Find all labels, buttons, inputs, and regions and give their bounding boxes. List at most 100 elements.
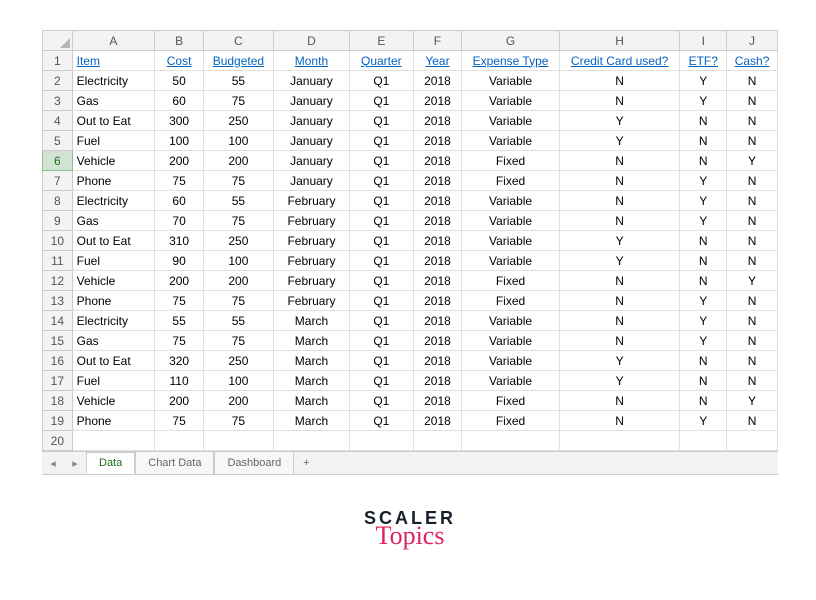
cell-etf[interactable]: Y — [680, 311, 727, 331]
cell-month[interactable]: January — [273, 111, 349, 131]
cell-cost[interactable]: 90 — [155, 251, 204, 271]
cell-year[interactable]: 2018 — [413, 171, 462, 191]
cell-cost[interactable]: 75 — [155, 331, 204, 351]
cell-item[interactable]: Electricity — [72, 71, 155, 91]
col-header-F[interactable]: F — [413, 31, 462, 51]
cell-etf[interactable]: Y — [680, 91, 727, 111]
cell-cash[interactable]: Y — [727, 271, 778, 291]
cell-year[interactable]: 2018 — [413, 211, 462, 231]
row-header-15[interactable]: 15 — [43, 331, 73, 351]
cell-credit-card[interactable]: N — [559, 191, 680, 211]
cell-budget[interactable]: 250 — [203, 351, 273, 371]
cell-cash[interactable]: N — [727, 191, 778, 211]
cell-cash[interactable]: N — [727, 351, 778, 371]
row-header-20[interactable]: 20 — [43, 431, 73, 451]
cell-expense-type[interactable]: Variable — [462, 131, 559, 151]
cell-cash[interactable]: N — [727, 91, 778, 111]
cell-J1[interactable]: Cash? — [727, 51, 778, 71]
cell-credit-card[interactable]: Y — [559, 351, 680, 371]
cell-F1[interactable]: Year — [413, 51, 462, 71]
cell-quarter[interactable]: Q1 — [350, 171, 414, 191]
cell-quarter[interactable]: Q1 — [350, 231, 414, 251]
cell-credit-card[interactable]: N — [559, 311, 680, 331]
cell-cash[interactable]: N — [727, 411, 778, 431]
cell-quarter[interactable]: Q1 — [350, 311, 414, 331]
select-all-corner[interactable] — [43, 31, 73, 51]
cell-quarter[interactable]: Q1 — [350, 371, 414, 391]
cell-month[interactable]: January — [273, 171, 349, 191]
cell-budget[interactable]: 75 — [203, 291, 273, 311]
cell-credit-card[interactable]: N — [559, 271, 680, 291]
cell-expense-type[interactable]: Fixed — [462, 291, 559, 311]
cell-expense-type[interactable]: Variable — [462, 231, 559, 251]
col-header-A[interactable]: A — [72, 31, 155, 51]
cell-expense-type[interactable]: Variable — [462, 371, 559, 391]
cell-item[interactable]: Gas — [72, 91, 155, 111]
cell-item[interactable]: Vehicle — [72, 391, 155, 411]
cell-credit-card[interactable]: N — [559, 331, 680, 351]
cell-credit-card[interactable]: Y — [559, 251, 680, 271]
cell-cost[interactable]: 50 — [155, 71, 204, 91]
cell-budget[interactable]: 75 — [203, 171, 273, 191]
row-header-12[interactable]: 12 — [43, 271, 73, 291]
cell-etf[interactable]: N — [680, 351, 727, 371]
cell-month[interactable]: March — [273, 411, 349, 431]
cell-budget[interactable]: 75 — [203, 91, 273, 111]
row-header-3[interactable]: 3 — [43, 91, 73, 111]
cell-cash[interactable]: N — [727, 291, 778, 311]
cell-cash[interactable]: N — [727, 111, 778, 131]
cell-cost[interactable]: 75 — [155, 291, 204, 311]
cell-G1[interactable]: Expense Type — [462, 51, 559, 71]
cell-budget[interactable]: 100 — [203, 251, 273, 271]
cell-year[interactable]: 2018 — [413, 311, 462, 331]
cell-month[interactable]: February — [273, 191, 349, 211]
cell-quarter[interactable]: Q1 — [350, 71, 414, 91]
tab-nav-prev[interactable]: ◂ — [42, 457, 64, 470]
row-header-11[interactable]: 11 — [43, 251, 73, 271]
tab-nav-next[interactable]: ▸ — [64, 457, 86, 470]
row-header-17[interactable]: 17 — [43, 371, 73, 391]
cell-cost[interactable]: 100 — [155, 131, 204, 151]
cell-etf[interactable]: Y — [680, 331, 727, 351]
row-header-7[interactable]: 7 — [43, 171, 73, 191]
row-header-6[interactable]: 6 — [43, 151, 73, 171]
cell-budget[interactable]: 250 — [203, 231, 273, 251]
cell-month[interactable]: February — [273, 291, 349, 311]
cell-budget[interactable]: 100 — [203, 371, 273, 391]
cell-quarter[interactable]: Q1 — [350, 111, 414, 131]
cell-budget[interactable]: 200 — [203, 271, 273, 291]
cell-cost[interactable]: 55 — [155, 311, 204, 331]
cell-year[interactable]: 2018 — [413, 351, 462, 371]
cell-empty[interactable] — [203, 431, 273, 451]
cell-month[interactable]: January — [273, 91, 349, 111]
cell-month[interactable]: January — [273, 131, 349, 151]
cell-cash[interactable]: N — [727, 131, 778, 151]
col-header-G[interactable]: G — [462, 31, 559, 51]
cell-quarter[interactable]: Q1 — [350, 151, 414, 171]
cell-year[interactable]: 2018 — [413, 371, 462, 391]
cell-cost[interactable]: 60 — [155, 91, 204, 111]
row-header-5[interactable]: 5 — [43, 131, 73, 151]
cell-cost[interactable]: 110 — [155, 371, 204, 391]
cell-credit-card[interactable]: N — [559, 391, 680, 411]
cell-credit-card[interactable]: N — [559, 151, 680, 171]
cell-quarter[interactable]: Q1 — [350, 291, 414, 311]
cell-quarter[interactable]: Q1 — [350, 191, 414, 211]
row-header-14[interactable]: 14 — [43, 311, 73, 331]
cell-cost[interactable]: 75 — [155, 171, 204, 191]
cell-expense-type[interactable]: Variable — [462, 251, 559, 271]
col-header-H[interactable]: H — [559, 31, 680, 51]
cell-cash[interactable]: N — [727, 311, 778, 331]
cell-item[interactable]: Gas — [72, 211, 155, 231]
sheet-tab-data[interactable]: Data — [86, 452, 135, 474]
cell-budget[interactable]: 75 — [203, 411, 273, 431]
cell-cash[interactable]: N — [727, 251, 778, 271]
cell-budget[interactable]: 100 — [203, 131, 273, 151]
cell-item[interactable]: Electricity — [72, 191, 155, 211]
cell-cost[interactable]: 300 — [155, 111, 204, 131]
cell-etf[interactable]: Y — [680, 291, 727, 311]
cell-item[interactable]: Phone — [72, 171, 155, 191]
col-header-C[interactable]: C — [203, 31, 273, 51]
cell-I1[interactable]: ETF? — [680, 51, 727, 71]
add-sheet-button[interactable]: + — [294, 457, 318, 469]
